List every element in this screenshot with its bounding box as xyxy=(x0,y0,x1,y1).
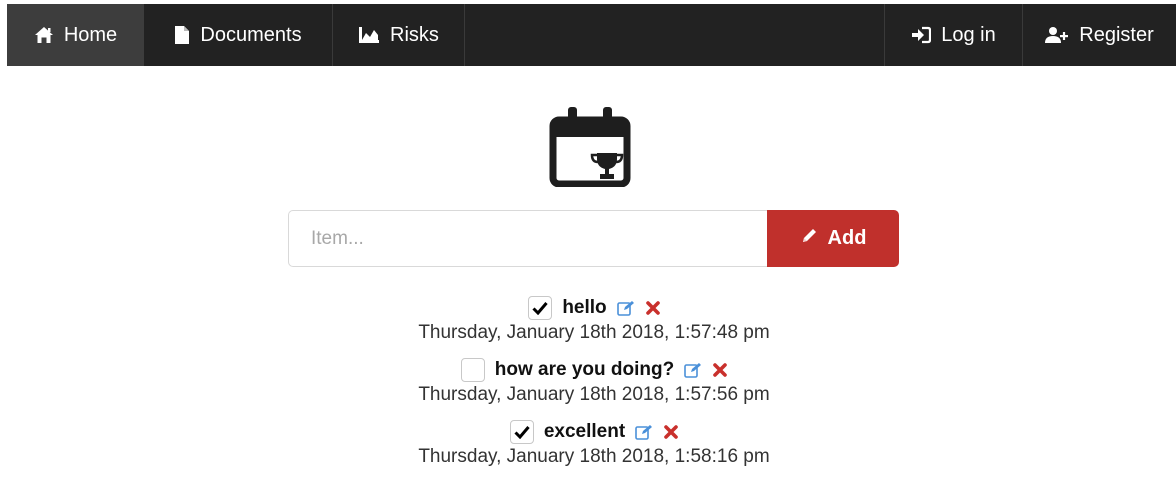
nav-documents-label: Documents xyxy=(200,23,302,46)
delete-icon[interactable] xyxy=(713,363,728,377)
delete-icon[interactable] xyxy=(645,301,660,315)
todo-date: Thursday, January 18th 2018, 1:57:56 pm xyxy=(418,384,770,405)
nav-register[interactable]: Register xyxy=(1022,4,1176,66)
todo-checkbox[interactable] xyxy=(528,296,553,320)
nav-home-label: Home xyxy=(63,23,118,46)
edit-icon[interactable] xyxy=(616,300,636,316)
todo-checkbox[interactable] xyxy=(509,420,534,444)
nav-register-label: Register xyxy=(1079,23,1154,46)
todo-list: hello Thursday, January 18th 2018, 1:57:… xyxy=(0,290,1176,476)
top-navbar: Home Documents Risks Log in Register xyxy=(7,4,1176,66)
nav-login[interactable]: Log in xyxy=(884,4,1022,66)
todo-date: Thursday, January 18th 2018, 1:57:48 pm xyxy=(418,322,770,343)
nav-risks[interactable]: Risks xyxy=(333,4,465,66)
add-button-label: Add xyxy=(827,227,867,249)
list-item: how are you doing? Thursday, January 18t… xyxy=(0,352,1176,414)
sign-in-icon xyxy=(911,26,932,44)
nav-risks-label: Risks xyxy=(390,23,439,46)
list-item: hello Thursday, January 18th 2018, 1:57:… xyxy=(0,290,1176,352)
nav-documents[interactable]: Documents xyxy=(144,4,333,66)
pencil-icon xyxy=(800,227,818,251)
nav-home[interactable]: Home xyxy=(7,4,144,66)
todo-text: how are you doing? xyxy=(494,359,675,380)
todo-checkbox[interactable] xyxy=(460,358,485,382)
todo-date: Thursday, January 18th 2018, 1:58:16 pm xyxy=(418,446,770,467)
nav-login-label: Log in xyxy=(941,23,996,46)
edit-icon[interactable] xyxy=(684,362,703,378)
todo-text: excellent xyxy=(543,421,626,442)
list-item: excellent Thursday, January 18th 2018, 1… xyxy=(0,414,1176,476)
edit-icon[interactable] xyxy=(635,424,654,440)
user-plus-icon xyxy=(1045,26,1069,44)
document-icon xyxy=(174,25,190,45)
chart-icon xyxy=(358,26,380,44)
todo-text: hello xyxy=(562,297,607,318)
item-input[interactable] xyxy=(288,210,768,267)
delete-icon[interactable] xyxy=(664,425,678,439)
calendar-trophy-icon xyxy=(549,105,631,192)
add-button[interactable]: Add xyxy=(767,210,899,267)
home-icon xyxy=(34,26,54,44)
